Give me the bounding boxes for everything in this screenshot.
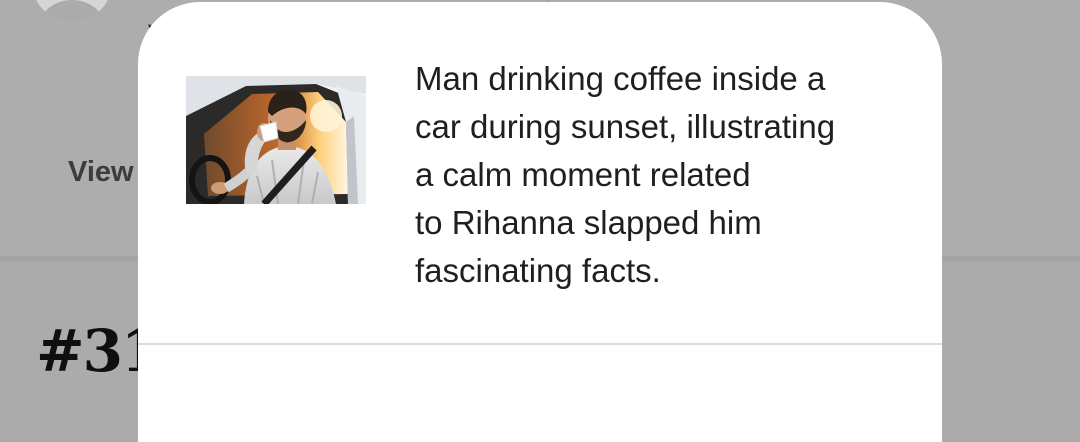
image-description-text: Man drinking coffee inside a car during … xyxy=(415,60,836,289)
thumbnail-image xyxy=(186,76,366,204)
dialog-divider xyxy=(138,343,942,345)
view-button: View xyxy=(68,156,134,188)
image-description-dialog: Man drinking coffee inside a car during … xyxy=(138,2,942,442)
